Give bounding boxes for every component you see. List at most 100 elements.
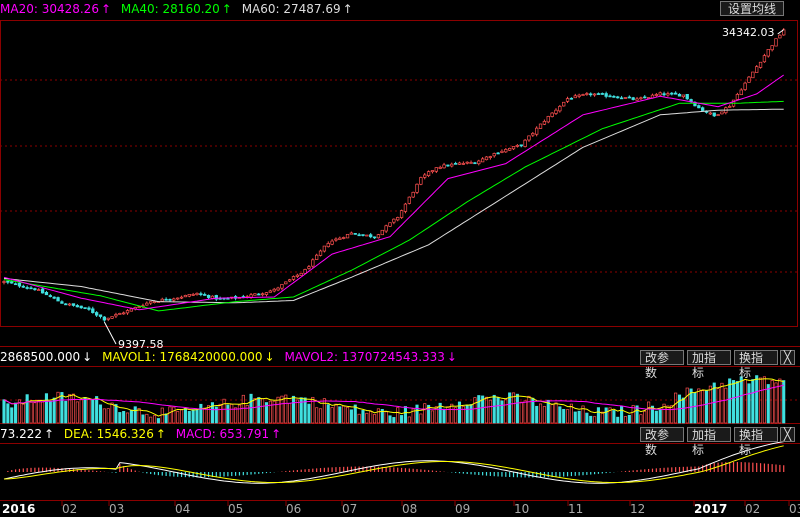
diff-value: 73.222 [0,427,42,441]
volume-bar [25,394,29,424]
candle [631,97,635,100]
volume-bar [373,414,377,424]
volume-bar [79,399,83,424]
ma-settings-button[interactable]: 设置均线 [720,1,784,16]
candle [203,294,207,296]
volume-bar [199,403,203,424]
candle [322,245,327,252]
candle [755,66,759,73]
candle [457,162,462,165]
candle [484,156,489,161]
candle [79,305,83,309]
candle [762,55,767,63]
volume-bar [307,403,311,424]
volume-bar [183,408,187,424]
volume-bar [573,411,577,424]
volume-bar [164,413,168,424]
vol-add-indicator-button[interactable]: 加指标 [687,350,731,380]
candle [770,45,774,51]
candle [434,167,438,172]
dea-label: DEA: 1546.326 [63,427,154,441]
candle [257,293,261,296]
volume-bar [75,401,79,424]
candle [423,174,427,178]
candle [91,308,95,313]
candle [411,191,415,198]
volume-bar [639,414,643,424]
volume-bar [60,392,64,424]
candle [562,101,566,107]
volume-bar [114,404,118,424]
x-label: 2017 [694,502,728,516]
candle [199,293,203,296]
volume-bar [658,409,662,424]
volume-bar [724,387,728,424]
candle [426,171,431,176]
candle [145,302,149,306]
vol-close-button[interactable]: ╳ [780,350,795,365]
candle [492,153,496,157]
volume-bar [91,399,95,424]
macd-add-indicator-button[interactable]: 加指标 [687,427,731,457]
candle [152,301,157,303]
candle [380,229,384,236]
volume-bar [496,397,500,424]
volume-bar [338,406,342,424]
candle [465,161,469,164]
vol-switch-indicator-button[interactable]: 换指标 [734,350,778,380]
candle [569,97,574,100]
volume-bar [249,393,253,424]
volume-bar [554,402,558,424]
volume-bar [527,395,531,424]
candle [577,94,581,97]
candle [284,281,288,285]
volume-bar [129,409,133,424]
candle [183,294,188,298]
volume-bar [133,406,137,424]
macd-switch-indicator-button[interactable]: 换指标 [734,427,778,457]
volume-bar [295,399,299,424]
volume-bar [156,418,160,424]
candle [589,93,593,96]
candle [585,93,589,95]
volume-bar [523,400,527,424]
macd-params-button[interactable]: 改参数 [640,427,684,457]
x-label: 02 [745,502,761,516]
candle [206,294,211,298]
candle [531,133,535,136]
volume-bar [647,401,651,424]
candle [334,238,338,241]
volume-bar [87,398,91,424]
volume-bar [288,402,292,424]
volume-bar [276,396,280,424]
volume-bar [98,404,103,424]
volume-bar [623,416,628,424]
volume-bar [326,404,330,424]
volume-bar [620,405,624,424]
candle [504,149,508,153]
candle [712,112,716,117]
volume-bar [195,409,199,424]
volume-bar [172,406,176,424]
x-label: 09 [455,502,471,516]
macd-close-button[interactable]: ╳ [780,427,795,442]
vol-params-button[interactable]: 改参数 [640,350,684,380]
candle [75,305,79,308]
candle [10,281,14,284]
volume-bar [612,410,616,424]
candle [361,234,365,236]
candle [442,164,446,169]
candle [2,281,6,283]
candle [612,95,616,98]
candle [67,303,72,306]
candle [122,312,126,315]
volume-bar [492,394,496,424]
volume-bar [64,400,68,424]
volume-bar [728,378,732,424]
mavol2-label: MAVOL2: 1370724543.333 [284,350,445,364]
candle [392,218,396,223]
ma60-label: MA60: 27487.69 [241,2,341,16]
candle [48,295,52,297]
volume-bar [550,404,554,424]
candle [716,114,720,116]
